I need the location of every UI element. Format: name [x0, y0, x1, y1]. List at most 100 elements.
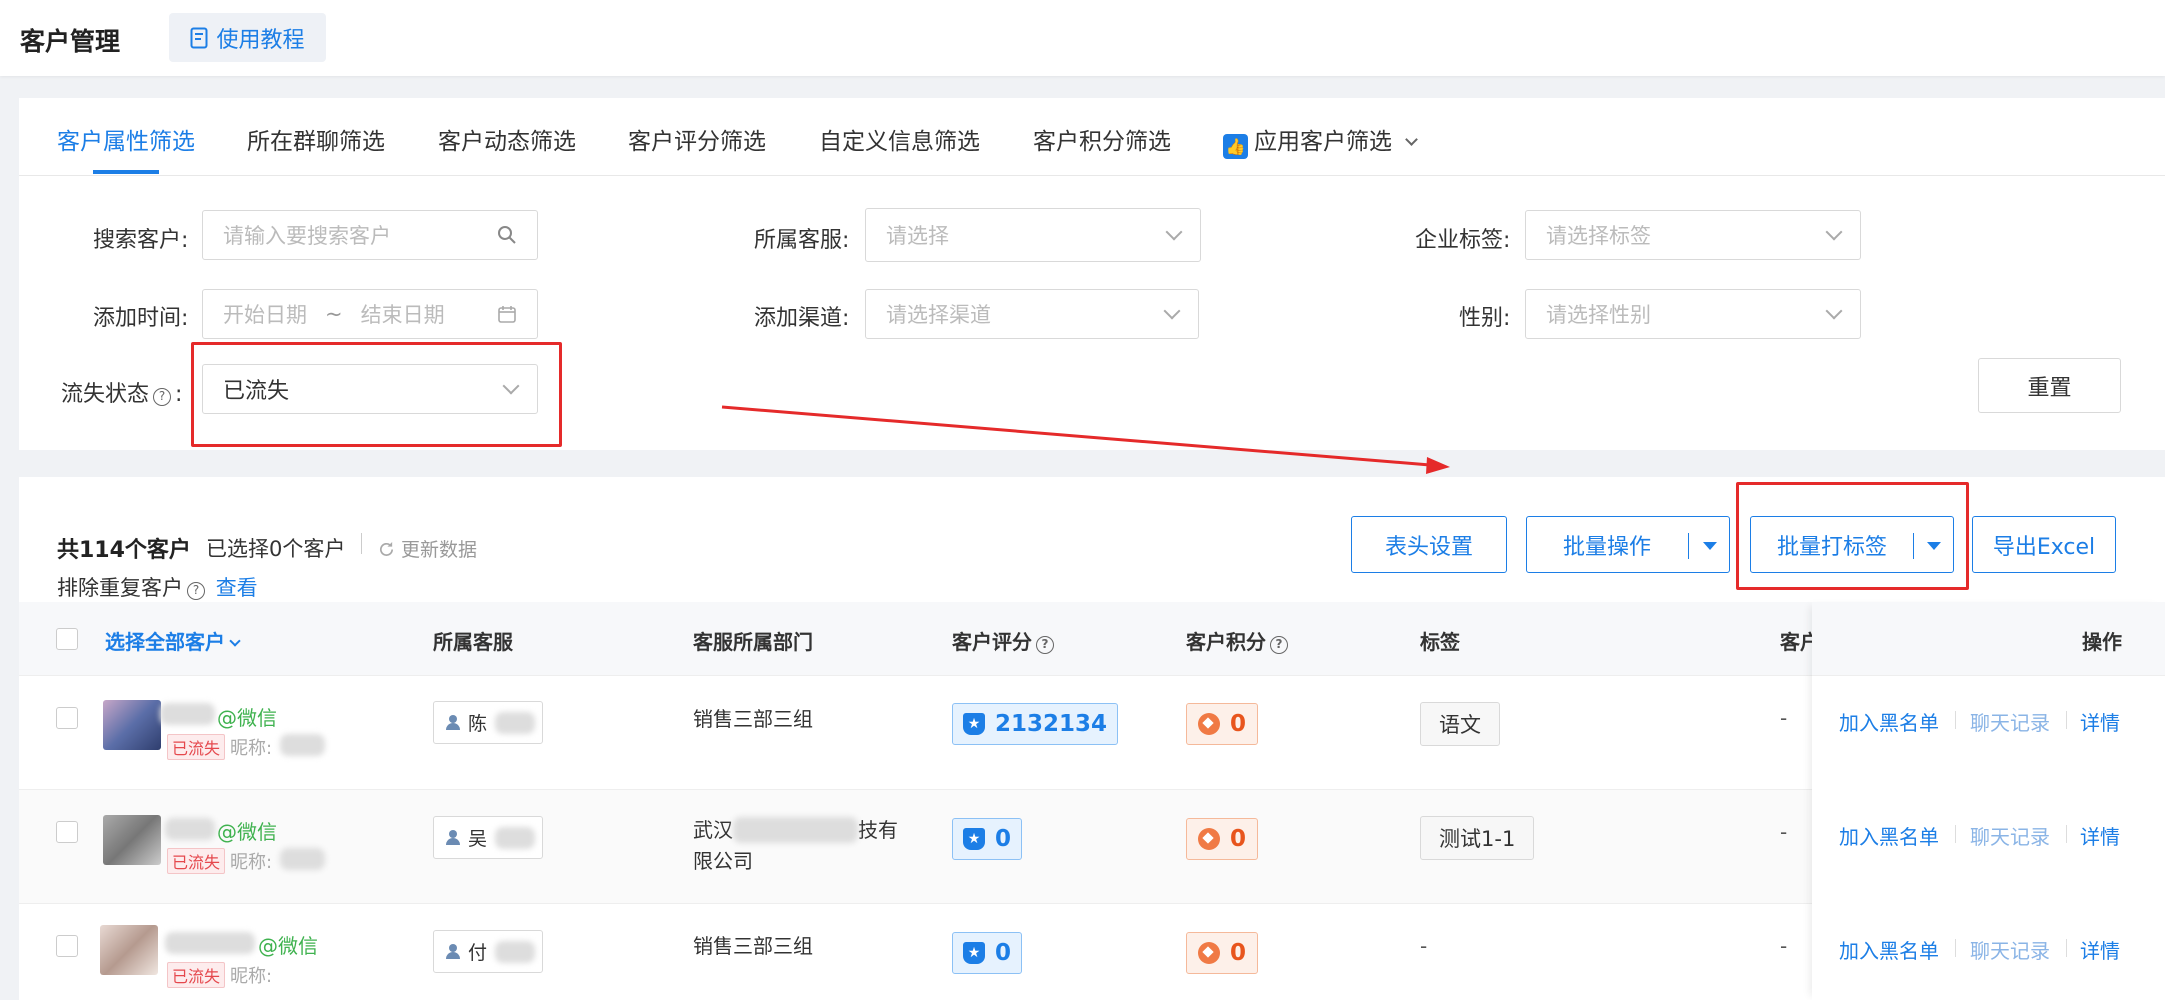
- batch-operation-button[interactable]: 批量操作: [1526, 516, 1730, 573]
- col-score: 客户评分?: [952, 626, 1058, 655]
- agent-select[interactable]: 请选择: [865, 208, 1201, 262]
- tab-score-filter[interactable]: 客户评分筛选: [628, 122, 766, 156]
- total-count: 共114个客户: [57, 538, 191, 563]
- row-checkbox[interactable]: [56, 821, 78, 843]
- tab-custom-info-filter[interactable]: 自定义信息筛选: [819, 122, 980, 156]
- gender-select[interactable]: 请选择性别: [1525, 289, 1861, 339]
- chat-history-link[interactable]: 聊天记录: [1970, 821, 2050, 850]
- export-excel-button[interactable]: 导出Excel: [1972, 516, 2116, 573]
- dedup-row: 排除重复客户? 查看: [57, 572, 258, 602]
- divider: [1955, 939, 1956, 957]
- agent-chip: 吴: [433, 816, 543, 859]
- selected-count: 已选择0个客户: [206, 537, 346, 561]
- score-value: 0: [995, 940, 1012, 966]
- redacted-department: [733, 817, 858, 843]
- reset-button[interactable]: 重置: [1978, 358, 2121, 413]
- gender-label: 性别:: [1459, 306, 1511, 331]
- lost-badge: 已流失: [167, 734, 226, 760]
- channel-label: 添加渠道:: [754, 306, 850, 331]
- agent-chip: 陈: [433, 701, 543, 744]
- user-icon: [446, 944, 460, 959]
- add-blacklist-link[interactable]: 加入黑名单: [1839, 935, 1939, 964]
- dedup-label: 排除重复客户: [57, 576, 183, 600]
- row-checkbox[interactable]: [56, 935, 78, 957]
- avatar: [103, 815, 161, 865]
- redacted-agent: [495, 826, 536, 849]
- add-time-label: 添加时间:: [93, 306, 189, 331]
- points-badge: 0: [1186, 932, 1259, 974]
- agent-placeholder: 请选择: [886, 224, 949, 248]
- column-settings-button[interactable]: 表头设置: [1351, 516, 1507, 573]
- tab-attribute-filter[interactable]: 客户属性筛选: [57, 122, 195, 156]
- date-range-picker[interactable]: 开始日期 ~ 结束日期: [202, 289, 538, 339]
- divider: [2066, 939, 2067, 957]
- churn-label: 流失状态?:: [61, 382, 183, 407]
- avatar: [100, 925, 158, 975]
- tab-activity-filter[interactable]: 客户动态筛选: [438, 122, 576, 156]
- tutorial-button[interactable]: 使用教程: [169, 13, 326, 62]
- channel-placeholder: 请选择渠道: [886, 303, 991, 327]
- star-icon: ★: [963, 942, 985, 964]
- button-divider: [1688, 533, 1689, 559]
- dedup-view-link[interactable]: 查看: [216, 576, 258, 600]
- caret-down-icon[interactable]: [1927, 542, 1941, 550]
- help-icon[interactable]: ?: [187, 582, 205, 600]
- tab-points-filter[interactable]: 客户积分筛选: [1033, 122, 1171, 156]
- search-icon: [498, 226, 516, 244]
- help-icon[interactable]: ?: [1270, 636, 1288, 654]
- score-badge: ★ 2132134: [952, 703, 1119, 745]
- detail-link[interactable]: 详情: [2080, 707, 2120, 736]
- points-value: 0: [1230, 826, 1247, 852]
- help-icon[interactable]: ?: [1036, 636, 1054, 654]
- chevron-down-icon: [1825, 223, 1843, 241]
- start-date[interactable]: 开始日期: [223, 299, 307, 329]
- tab-group-chat-filter[interactable]: 所在群聊筛选: [247, 122, 385, 156]
- agent-name: 吴: [468, 828, 488, 850]
- corp-tag-label: 企业标签:: [1415, 228, 1511, 253]
- select-all-customers[interactable]: 选择全部客户: [105, 626, 241, 655]
- divider: [1955, 825, 1956, 843]
- select-all-checkbox[interactable]: [56, 628, 78, 650]
- search-label: 搜索客户:: [93, 228, 189, 253]
- coin-icon: [1198, 713, 1220, 735]
- refresh-data[interactable]: 更新数据: [378, 535, 477, 562]
- chevron-down-icon: [229, 635, 241, 647]
- churn-value: 已流失: [223, 379, 290, 404]
- score-value: 2132134: [995, 711, 1108, 737]
- end-date[interactable]: 结束日期: [361, 299, 497, 329]
- button-divider: [1913, 533, 1914, 559]
- help-icon[interactable]: ?: [153, 388, 172, 406]
- batch-operation-label: 批量操作: [1563, 534, 1652, 560]
- agent-name: 陈: [468, 713, 488, 735]
- coin-icon: [1198, 942, 1220, 964]
- score-badge: ★ 0: [952, 932, 1023, 974]
- tab-app-customer-filter[interactable]: 👍 应用客户筛选: [1223, 122, 1419, 159]
- search-input[interactable]: 请输入要搜索客户: [202, 210, 538, 260]
- chat-history-link[interactable]: 聊天记录: [1970, 707, 2050, 736]
- caret-down-icon[interactable]: [1703, 542, 1717, 550]
- batch-tag-button[interactable]: 批量打标签: [1750, 516, 1954, 573]
- lost-badge: 已流失: [167, 848, 226, 874]
- wechat-source: @微信: [217, 706, 277, 730]
- chat-history-link[interactable]: 聊天记录: [1970, 935, 2050, 964]
- points-value: 0: [1230, 940, 1247, 966]
- detail-link[interactable]: 详情: [2080, 935, 2120, 964]
- points-badge: 0: [1186, 703, 1259, 745]
- star-icon: ★: [963, 713, 985, 735]
- chevron-down-icon: [502, 377, 520, 395]
- channel-select[interactable]: 请选择渠道: [865, 289, 1199, 339]
- page-title: 客户管理: [20, 27, 121, 56]
- department: 销售三部三组: [693, 934, 813, 958]
- redacted-name: [165, 932, 255, 954]
- add-blacklist-link[interactable]: 加入黑名单: [1839, 821, 1939, 850]
- wechat-source: @微信: [258, 934, 318, 958]
- add-blacklist-link[interactable]: 加入黑名单: [1839, 707, 1939, 736]
- churn-select[interactable]: 已流失: [202, 364, 538, 414]
- row-checkbox[interactable]: [56, 707, 78, 729]
- detail-link[interactable]: 详情: [2080, 821, 2120, 850]
- chevron-down-icon: [1163, 302, 1181, 320]
- refresh-label: 更新数据: [401, 539, 478, 561]
- divider: [2066, 825, 2067, 843]
- redacted-agent: [495, 940, 536, 963]
- corp-tag-select[interactable]: 请选择标签: [1525, 210, 1861, 260]
